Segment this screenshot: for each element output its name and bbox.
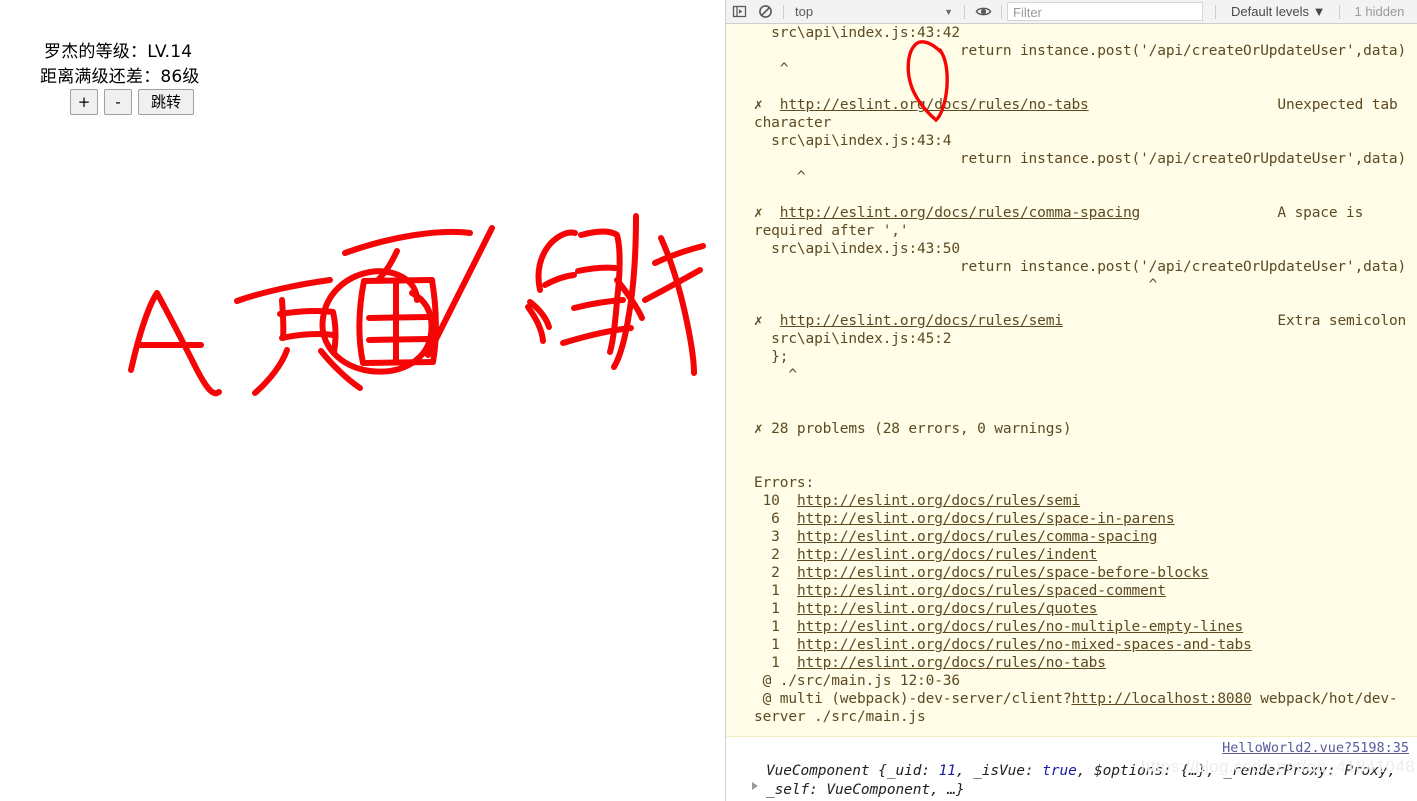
eslint-rule-link[interactable]: http://eslint.org/docs/rules/space-in-pa… <box>797 511 1175 527</box>
log-levels-select[interactable]: Default levels ▼ <box>1221 4 1334 19</box>
eslint-rule-link[interactable]: http://eslint.org/docs/rules/quotes <box>797 601 1097 617</box>
eslint-code: return instance.post('/api/createOrUpdat… <box>754 259 1407 275</box>
toolbar-divider-4 <box>1215 4 1216 19</box>
eslint-rule-link[interactable]: http://eslint.org/docs/rules/semi <box>797 493 1080 509</box>
eslint-rule-link[interactable]: http://eslint.org/docs/rules/semi <box>780 313 1063 329</box>
eslint-caret: ^ <box>754 61 789 77</box>
console-sidebar-icon[interactable] <box>726 1 752 23</box>
eslint-rule-link[interactable]: http://eslint.org/docs/rules/space-befor… <box>797 565 1209 581</box>
eslint-error-count: 2 <box>771 547 780 563</box>
eslint-error-count: 1 <box>771 601 780 617</box>
toolbar-divider-5 <box>1338 4 1340 19</box>
eslint-error-count: 1 <box>771 583 780 599</box>
console-message-eslint-warning[interactable]: src\api\index.js:43:42 return instance.p… <box>726 24 1417 737</box>
object-suffix: , _isVue: <box>955 763 1043 779</box>
toolbar-divider-2 <box>964 4 965 19</box>
eslint-caret: ^ <box>754 367 797 383</box>
level-display: 罗杰的等级：LV.14 <box>44 42 193 62</box>
execution-context-label: top <box>795 4 814 19</box>
execution-context-select[interactable]: top ▼ <box>789 2 959 22</box>
console-message-vuecomponent[interactable]: HelloWorld2.vue?5198:35 VueComponent {_u… <box>726 737 1417 801</box>
webpack-footer-line: @ ./src/main.js 12:0-36 <box>754 673 960 689</box>
eslint-error-count: 1 <box>771 655 780 671</box>
eslint-error-count: 2 <box>771 565 780 581</box>
level-button-row: + - 跳转 <box>70 89 194 115</box>
toolbar-divider-3 <box>1001 4 1002 19</box>
eslint-output-text: src\api\index.js:43:42 return instance.p… <box>726 24 1417 726</box>
eslint-error-count: 10 <box>762 493 780 509</box>
eslint-caret: ^ <box>754 277 1158 293</box>
live-expression-eye-icon[interactable] <box>970 1 996 23</box>
eslint-error-glyph: ✗ <box>754 313 763 329</box>
toolbar-divider-1 <box>783 4 784 19</box>
eslint-caret: ^ <box>754 169 806 185</box>
eslint-line: return instance.post('/api/createOrUpdat… <box>754 43 1407 59</box>
eslint-rule-link[interactable]: http://eslint.org/docs/rules/no-tabs <box>780 97 1089 113</box>
console-toolbar: top ▼ Filter Default levels ▼ 1 hidden <box>726 0 1417 24</box>
eslint-rule-link[interactable]: http://eslint.org/docs/rules/comma-spaci… <box>780 205 1141 221</box>
eslint-rule-message: Extra semicolon <box>1277 313 1407 329</box>
eslint-location: src\api\index.js:43:4 <box>771 133 952 149</box>
screenshot-root: 罗杰的等级：LV.14 距离满级还差：86级 + - 跳转 top ▼ Filt… <box>0 0 1417 801</box>
eslint-location: src\api\index.js:43:50 <box>771 241 960 257</box>
clear-console-icon[interactable] <box>752 1 778 23</box>
increment-button[interactable]: + <box>70 89 98 115</box>
source-location-link[interactable]: HelloWorld2.vue?5198:35 <box>1222 740 1409 756</box>
eslint-rule-link[interactable]: http://eslint.org/docs/rules/indent <box>797 547 1097 563</box>
eslint-error-count: 6 <box>771 511 780 527</box>
eslint-errors-heading: Errors: <box>754 475 815 491</box>
webpack-footer-line: @ multi (webpack)-dev-server/client? <box>754 691 1072 707</box>
eslint-rule-link[interactable]: http://eslint.org/docs/rules/no-tabs <box>797 655 1106 671</box>
eslint-line-clipped: src\api\index.js:43:42 <box>754 25 960 41</box>
eslint-code: return instance.post('/api/createOrUpdat… <box>754 151 1407 167</box>
eslint-location: src\api\index.js:45:2 <box>771 331 952 347</box>
eslint-rule-link[interactable]: http://eslint.org/docs/rules/spaced-comm… <box>797 583 1166 599</box>
eslint-rule-link[interactable]: http://eslint.org/docs/rules/no-mixed-sp… <box>797 637 1252 653</box>
eslint-rule-link[interactable]: http://eslint.org/docs/rules/comma-spaci… <box>797 529 1158 545</box>
eslint-error-glyph: ✗ <box>754 97 763 113</box>
object-prefix: VueComponent {_uid: <box>766 763 939 779</box>
eslint-error-count: 3 <box>771 529 780 545</box>
eslint-code: }; <box>754 349 789 365</box>
isvue-value: true <box>1042 763 1077 779</box>
hidden-messages-count: 1 hidden <box>1354 4 1405 19</box>
console-message-list[interactable]: src\api\index.js:43:42 return instance.p… <box>726 24 1417 801</box>
eslint-error-count: 1 <box>771 619 780 635</box>
filter-input[interactable]: Filter <box>1007 2 1203 21</box>
expand-arrow-icon[interactable] <box>752 782 758 790</box>
devtools-console-panel: top ▼ Filter Default levels ▼ 1 hidden s… <box>725 0 1417 801</box>
chevron-down-icon: ▼ <box>944 6 953 17</box>
localhost-link[interactable]: http://localhost:8080 <box>1071 691 1251 707</box>
handwritten-annotation <box>128 213 706 397</box>
jump-button[interactable]: 跳转 <box>138 89 194 115</box>
decrement-button[interactable]: - <box>104 89 132 115</box>
remaining-level-display: 距离满级还差：86级 <box>40 67 200 87</box>
eslint-rule-link[interactable]: http://eslint.org/docs/rules/no-multiple… <box>797 619 1243 635</box>
app-page-pane: 罗杰的等级：LV.14 距离满级还差：86级 + - 跳转 <box>0 0 725 801</box>
eslint-problem-summary: ✗ 28 problems (28 errors, 0 warnings) <box>754 421 1072 437</box>
uid-value: 11 <box>938 763 956 779</box>
eslint-error-glyph: ✗ <box>754 205 763 221</box>
eslint-error-count: 1 <box>771 637 780 653</box>
